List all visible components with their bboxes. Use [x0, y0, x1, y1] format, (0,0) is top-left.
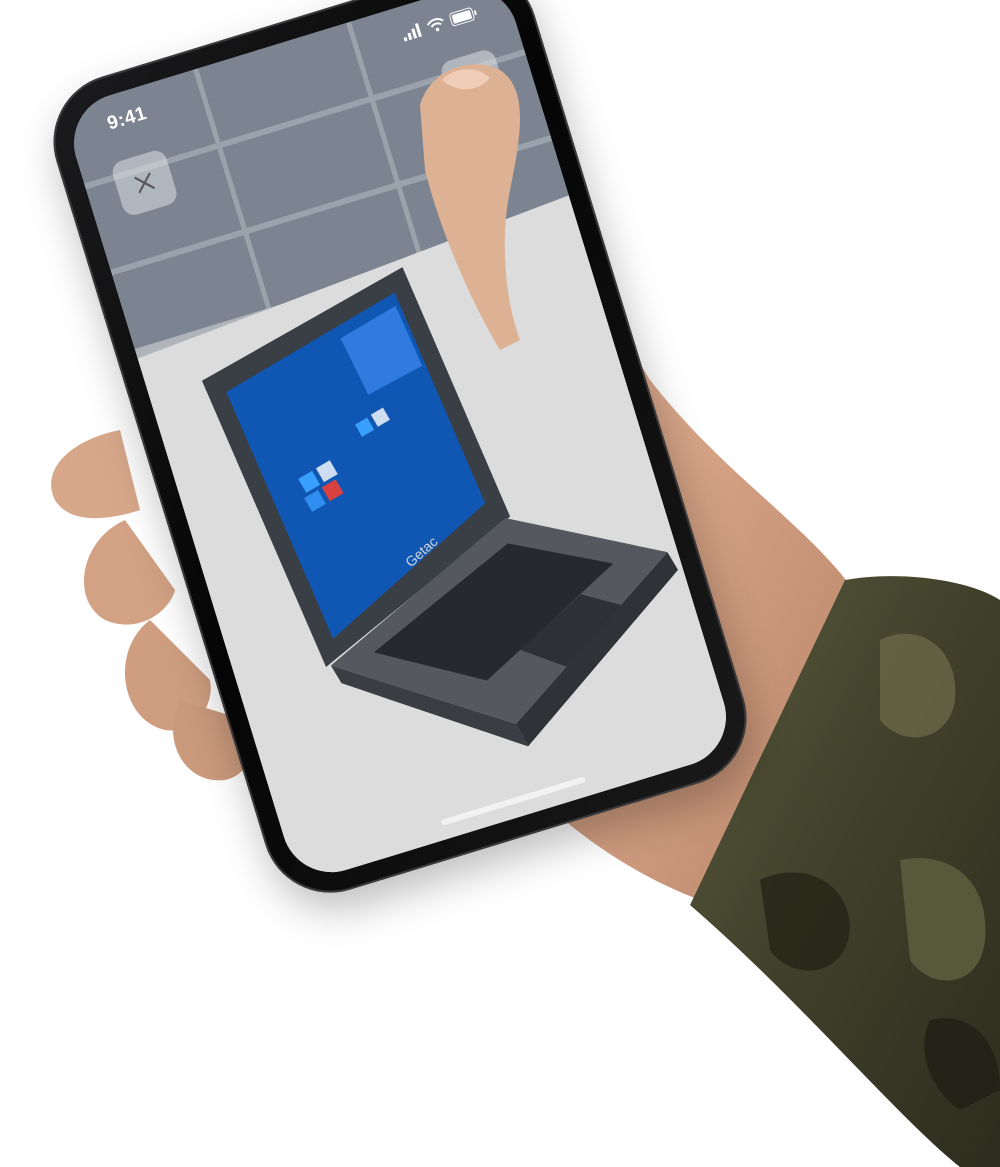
close-icon: [134, 172, 156, 194]
battery-icon: [449, 7, 477, 27]
cellular-signal-icon: [403, 23, 422, 42]
phone-screen: Getac 9:41: [61, 0, 739, 885]
status-time: 9:41: [104, 102, 150, 135]
wifi-icon: [426, 18, 444, 32]
phone: Getac 9:41: [36, 0, 764, 910]
scene: Getac 9:41: [0, 0, 1000, 1167]
status-icons: [401, 5, 480, 42]
share-icon: [462, 68, 488, 99]
